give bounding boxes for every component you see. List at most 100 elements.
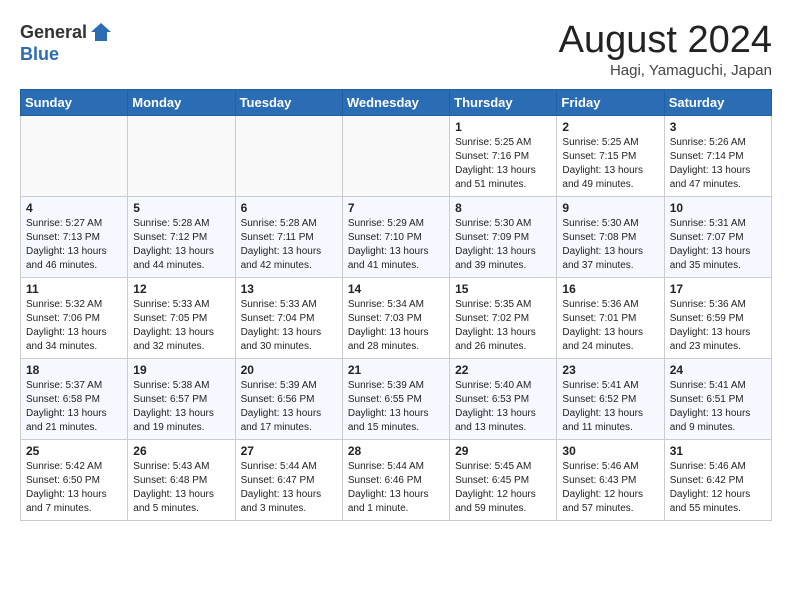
day-number: 2 [562, 120, 658, 134]
day-info: Sunrise: 5:44 AM Sunset: 6:46 PM Dayligh… [348, 460, 444, 516]
weekday-header-wednesday: Wednesday [342, 89, 449, 115]
day-number: 15 [455, 282, 551, 296]
calendar-cell: 27 Sunrise: 5:44 AM Sunset: 6:47 PM Dayli… [235, 439, 342, 520]
day-info: Sunrise: 5:28 AM Sunset: 7:12 PM Dayligh… [133, 217, 229, 273]
calendar-table: SundayMondayTuesdayWednesdayThursdayFrid… [20, 89, 772, 521]
day-info: Sunrise: 5:41 AM Sunset: 6:52 PM Dayligh… [562, 379, 658, 435]
calendar-cell: 31 Sunrise: 5:46 AM Sunset: 6:42 PM Dayli… [664, 439, 771, 520]
day-number: 28 [348, 444, 444, 458]
calendar-cell: 21 Sunrise: 5:39 AM Sunset: 6:55 PM Dayli… [342, 358, 449, 439]
day-info: Sunrise: 5:25 AM Sunset: 7:15 PM Dayligh… [562, 136, 658, 192]
day-info: Sunrise: 5:33 AM Sunset: 7:05 PM Dayligh… [133, 298, 229, 354]
calendar-cell: 17Sunrise: 5:36 AM Sunset: 6:59 PM Dayli… [664, 277, 771, 358]
day-info: Sunrise: 5:30 AM Sunset: 7:09 PM Dayligh… [455, 217, 551, 273]
week-row-5: 25 Sunrise: 5:42 AM Sunset: 6:50 PM Dayli… [21, 439, 772, 520]
day-info: Sunrise: 5:33 AM Sunset: 7:04 PM Dayligh… [241, 298, 337, 354]
logo-icon [89, 20, 113, 44]
calendar-cell: 1 Sunrise: 5:25 AM Sunset: 7:16 PM Daylig… [450, 115, 557, 196]
day-info: Sunrise: 5:27 AM Sunset: 7:13 PM Dayligh… [26, 217, 122, 273]
calendar-cell: 4 Sunrise: 5:27 AM Sunset: 7:13 PM Daylig… [21, 196, 128, 277]
calendar-cell: 26Sunrise: 5:43 AM Sunset: 6:48 PM Dayli… [128, 439, 235, 520]
day-number: 24 [670, 363, 766, 377]
day-number: 12 [133, 282, 229, 296]
calendar-cell [342, 115, 449, 196]
weekday-header-row: SundayMondayTuesdayWednesdayThursdayFrid… [21, 89, 772, 115]
day-number: 7 [348, 201, 444, 215]
weekday-header-thursday: Thursday [450, 89, 557, 115]
calendar-cell: 16 Sunrise: 5:36 AM Sunset: 7:01 PM Dayli… [557, 277, 664, 358]
day-number: 25 [26, 444, 122, 458]
title-block: August 2024 Hagi, Yamaguchi, Japan [559, 20, 772, 79]
month-title: August 2024 [559, 20, 772, 62]
day-info: Sunrise: 5:26 AM Sunset: 7:14 PM Dayligh… [670, 136, 766, 192]
calendar-cell: 29 Sunrise: 5:45 AM Sunset: 6:45 PM Dayli… [450, 439, 557, 520]
day-info: Sunrise: 5:37 AM Sunset: 6:58 PM Dayligh… [26, 379, 122, 435]
location: Hagi, Yamaguchi, Japan [559, 62, 772, 79]
day-number: 29 [455, 444, 551, 458]
logo-general-text: General [20, 22, 87, 43]
day-number: 31 [670, 444, 766, 458]
day-number: 4 [26, 201, 122, 215]
day-number: 18 [26, 363, 122, 377]
calendar-cell: 22 Sunrise: 5:40 AM Sunset: 6:53 PM Dayli… [450, 358, 557, 439]
calendar-cell: 2 Sunrise: 5:25 AM Sunset: 7:15 PM Daylig… [557, 115, 664, 196]
calendar-cell: 3 Sunrise: 5:26 AM Sunset: 7:14 PM Daylig… [664, 115, 771, 196]
calendar-cell: 14 Sunrise: 5:34 AM Sunset: 7:03 PM Dayli… [342, 277, 449, 358]
day-info: Sunrise: 5:46 AM Sunset: 6:43 PM Dayligh… [562, 460, 658, 516]
day-info: Sunrise: 5:40 AM Sunset: 6:53 PM Dayligh… [455, 379, 551, 435]
calendar-cell: 5 Sunrise: 5:28 AM Sunset: 7:12 PM Daylig… [128, 196, 235, 277]
day-info: Sunrise: 5:36 AM Sunset: 6:59 PM Dayligh… [670, 298, 766, 354]
calendar-cell [21, 115, 128, 196]
day-info: Sunrise: 5:45 AM Sunset: 6:45 PM Dayligh… [455, 460, 551, 516]
calendar-cell: 25 Sunrise: 5:42 AM Sunset: 6:50 PM Dayli… [21, 439, 128, 520]
calendar-cell: 24 Sunrise: 5:41 AM Sunset: 6:51 PM Dayli… [664, 358, 771, 439]
week-row-3: 11Sunrise: 5:32 AM Sunset: 7:06 PM Dayli… [21, 277, 772, 358]
day-info: Sunrise: 5:29 AM Sunset: 7:10 PM Dayligh… [348, 217, 444, 273]
day-number: 19 [133, 363, 229, 377]
day-info: Sunrise: 5:28 AM Sunset: 7:11 PM Dayligh… [241, 217, 337, 273]
day-number: 21 [348, 363, 444, 377]
calendar-cell: 7 Sunrise: 5:29 AM Sunset: 7:10 PM Daylig… [342, 196, 449, 277]
weekday-header-monday: Monday [128, 89, 235, 115]
day-number: 30 [562, 444, 658, 458]
calendar-cell: 28 Sunrise: 5:44 AM Sunset: 6:46 PM Dayli… [342, 439, 449, 520]
day-number: 10 [670, 201, 766, 215]
day-info: Sunrise: 5:46 AM Sunset: 6:42 PM Dayligh… [670, 460, 766, 516]
calendar-cell: 15Sunrise: 5:35 AM Sunset: 7:02 PM Dayli… [450, 277, 557, 358]
day-number: 6 [241, 201, 337, 215]
day-number: 20 [241, 363, 337, 377]
day-info: Sunrise: 5:41 AM Sunset: 6:51 PM Dayligh… [670, 379, 766, 435]
day-info: Sunrise: 5:36 AM Sunset: 7:01 PM Dayligh… [562, 298, 658, 354]
calendar-cell: 19Sunrise: 5:38 AM Sunset: 6:57 PM Dayli… [128, 358, 235, 439]
day-info: Sunrise: 5:34 AM Sunset: 7:03 PM Dayligh… [348, 298, 444, 354]
calendar-cell: 6 Sunrise: 5:28 AM Sunset: 7:11 PM Daylig… [235, 196, 342, 277]
day-info: Sunrise: 5:42 AM Sunset: 6:50 PM Dayligh… [26, 460, 122, 516]
page-header: General Blue August 2024 Hagi, Yamaguchi… [20, 20, 772, 79]
day-info: Sunrise: 5:31 AM Sunset: 7:07 PM Dayligh… [670, 217, 766, 273]
day-info: Sunrise: 5:39 AM Sunset: 6:55 PM Dayligh… [348, 379, 444, 435]
calendar-cell: 18 Sunrise: 5:37 AM Sunset: 6:58 PM Dayli… [21, 358, 128, 439]
calendar-cell [235, 115, 342, 196]
day-info: Sunrise: 5:30 AM Sunset: 7:08 PM Dayligh… [562, 217, 658, 273]
calendar-cell: 8Sunrise: 5:30 AM Sunset: 7:09 PM Daylig… [450, 196, 557, 277]
day-number: 13 [241, 282, 337, 296]
calendar-cell: 12 Sunrise: 5:33 AM Sunset: 7:05 PM Dayli… [128, 277, 235, 358]
weekday-header-saturday: Saturday [664, 89, 771, 115]
day-number: 23 [562, 363, 658, 377]
day-number: 22 [455, 363, 551, 377]
weekday-header-tuesday: Tuesday [235, 89, 342, 115]
weekday-header-friday: Friday [557, 89, 664, 115]
day-number: 5 [133, 201, 229, 215]
day-number: 14 [348, 282, 444, 296]
day-number: 27 [241, 444, 337, 458]
day-number: 3 [670, 120, 766, 134]
day-info: Sunrise: 5:32 AM Sunset: 7:06 PM Dayligh… [26, 298, 122, 354]
calendar-cell: 23 Sunrise: 5:41 AM Sunset: 6:52 PM Dayli… [557, 358, 664, 439]
day-number: 16 [562, 282, 658, 296]
day-number: 1 [455, 120, 551, 134]
day-info: Sunrise: 5:44 AM Sunset: 6:47 PM Dayligh… [241, 460, 337, 516]
calendar-cell: 11Sunrise: 5:32 AM Sunset: 7:06 PM Dayli… [21, 277, 128, 358]
day-number: 9 [562, 201, 658, 215]
day-info: Sunrise: 5:25 AM Sunset: 7:16 PM Dayligh… [455, 136, 551, 192]
calendar-cell: 20Sunrise: 5:39 AM Sunset: 6:56 PM Dayli… [235, 358, 342, 439]
